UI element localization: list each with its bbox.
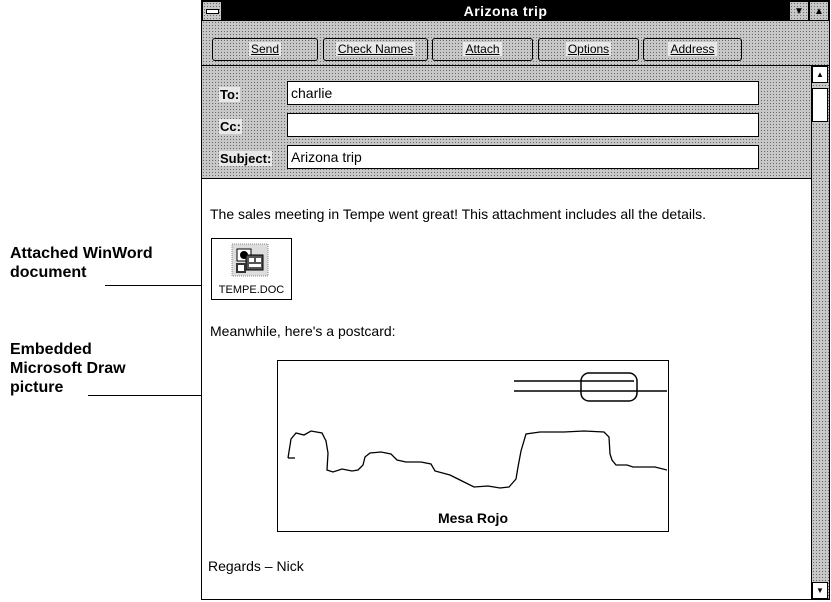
vertical-scrollbar[interactable]: ▲ ▼ bbox=[811, 66, 829, 599]
callout-line-1: Embedded bbox=[10, 341, 92, 358]
mail-window: Arizona trip ▼ ▲ Send Check Names Attach… bbox=[201, 0, 830, 600]
picture-caption: Mesa Rojo bbox=[437, 510, 508, 526]
send-button[interactable]: Send bbox=[212, 38, 318, 61]
system-menu-icon[interactable] bbox=[202, 1, 222, 21]
embedded-draw-picture[interactable]: Mesa Rojo bbox=[277, 360, 669, 532]
message-line-2: Meanwhile, here's a postcard: bbox=[210, 323, 396, 339]
title-bar[interactable]: Arizona trip ▼ ▲ bbox=[202, 1, 829, 21]
message-header: To: charlie Cc: Subject: Arizona trip bbox=[202, 66, 812, 179]
mesa-drawing bbox=[287, 372, 667, 489]
scroll-thumb[interactable] bbox=[812, 88, 828, 122]
word-document-icon bbox=[231, 243, 269, 277]
maximize-icon[interactable]: ▲ bbox=[809, 1, 829, 21]
to-label: To: bbox=[219, 87, 241, 102]
address-button[interactable]: Address bbox=[643, 38, 742, 61]
minimize-icon[interactable]: ▼ bbox=[789, 1, 809, 21]
subject-field[interactable]: Arizona trip bbox=[287, 145, 759, 169]
callout-attached-document: Attached WinWord document bbox=[10, 244, 153, 282]
callout-line-2: document bbox=[10, 264, 87, 281]
callout-line-1: Attached WinWord bbox=[10, 245, 153, 262]
options-button[interactable]: Options bbox=[538, 38, 639, 61]
callout-line-2: Microsoft Draw bbox=[10, 360, 126, 377]
callout-pointer-attached bbox=[105, 285, 206, 286]
arrow-down-icon[interactable]: ▼ bbox=[812, 582, 828, 599]
window-title: Arizona trip bbox=[463, 3, 548, 19]
cc-label: Cc: bbox=[219, 119, 242, 134]
arrow-up-icon[interactable]: ▲ bbox=[812, 66, 828, 83]
attach-button[interactable]: Attach bbox=[432, 38, 533, 61]
cc-field[interactable] bbox=[287, 113, 759, 137]
message-line-1: The sales meeting in Tempe went great! T… bbox=[210, 206, 706, 222]
toolbar: Send Check Names Attach Options Address bbox=[202, 21, 829, 66]
signature: Regards – Nick bbox=[208, 558, 304, 574]
to-field[interactable]: charlie bbox=[287, 81, 759, 105]
attachment-filename: TEMPE.DOC bbox=[218, 284, 285, 296]
check-names-button[interactable]: Check Names bbox=[323, 38, 428, 61]
callout-embedded-picture: Embedded Microsoft Draw picture bbox=[10, 340, 126, 397]
attachment-icon[interactable]: TEMPE.DOC bbox=[211, 238, 292, 300]
subject-label: Subject: bbox=[219, 151, 273, 166]
